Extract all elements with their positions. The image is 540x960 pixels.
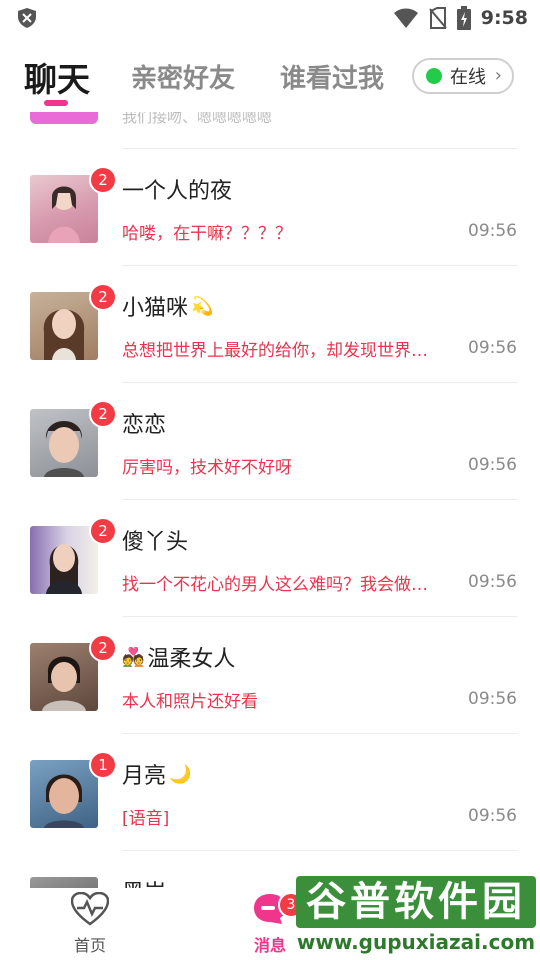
couple-emoji-icon: 💑 <box>122 646 145 668</box>
contact-name-text: 一个人的夜 <box>122 179 233 204</box>
avatar <box>30 112 98 124</box>
contact-name-text: 温柔女人 <box>147 647 236 672</box>
no-sim-icon <box>428 7 447 29</box>
message-time: 09:56 <box>468 806 517 826</box>
chat-list-item[interactable]: 2 💑 温柔女人 本人和照片还好看 09:56 <box>0 617 540 734</box>
contact-name: 傻丫头 <box>122 524 188 556</box>
avatar <box>30 175 98 243</box>
chat-list[interactable]: 我们接吻、嗯嗯嗯嗯嗯 2 一个人的夜 哈喽，在干嘛？？？？ 09:56 2 小猫… <box>0 112 540 888</box>
online-status-label: 在线 <box>450 67 486 88</box>
nav-home-label: 首页 <box>73 936 106 955</box>
contact-name: 黑岩 <box>122 875 166 888</box>
contact-name: 一个人的夜 <box>122 173 232 205</box>
contact-name: 恋恋 <box>122 407 166 439</box>
avatar <box>30 877 98 888</box>
watermark-title: 谷普软件园 <box>296 876 536 928</box>
chat-list-item[interactable]: 2 小猫咪 💫 总想把世界上最好的给你，却发现世界… 09:56 <box>0 266 540 383</box>
heart-pulse-icon <box>70 891 110 926</box>
tab-header: 聊天 亲密好友 谁看过我 在线 › <box>0 50 540 112</box>
message-preview: 哈喽，在干嘛？？？？ <box>122 224 292 244</box>
online-status-toggle[interactable]: 在线 › <box>412 58 514 94</box>
chat-list-item[interactable]: 2 恋恋 厉害吗，技术好不好呀 09:56 <box>0 383 540 500</box>
chat-list-item[interactable]: 1 月亮 🌙 [语音] 09:56 <box>0 734 540 851</box>
clock: 9:58 <box>480 7 528 29</box>
contact-name-text: 黑岩 <box>122 875 166 888</box>
wifi-icon <box>393 8 418 28</box>
nav-messages-button[interactable]: 3 消息 <box>240 892 304 956</box>
unread-badge: 1 <box>89 751 117 779</box>
message-time: 09:56 <box>468 689 517 709</box>
unread-badge: 2 <box>89 283 117 311</box>
online-dot-icon <box>426 68 442 84</box>
unread-badge: 2 <box>89 634 117 662</box>
unread-badge: 2 <box>89 517 117 545</box>
message-preview: 本人和照片还好看 <box>122 692 258 712</box>
unread-badge: 2 <box>89 166 117 194</box>
avatar <box>30 760 98 828</box>
contact-name: 小猫咪 💫 <box>122 290 213 322</box>
contact-name-text: 月亮 <box>122 764 167 789</box>
tab-who-viewed-me[interactable]: 谁看过我 <box>280 58 384 95</box>
contact-name-text: 傻丫头 <box>122 530 189 555</box>
message-time: 09:56 <box>468 338 517 358</box>
message-preview: [语音] <box>122 809 170 829</box>
message-preview: 总想把世界上最好的给你，却发现世界… <box>122 341 428 361</box>
contact-name: 💑 温柔女人 <box>122 641 235 673</box>
contact-name-text: 小猫咪 <box>122 296 189 321</box>
contact-name-text: 恋恋 <box>122 413 167 438</box>
battery-charging-icon <box>456 6 471 30</box>
tab-active-indicator <box>44 100 68 106</box>
partial-message-preview: 我们接吻、嗯嗯嗯嗯嗯 <box>122 112 273 126</box>
contact-name: 月亮 🌙 <box>122 758 191 790</box>
message-preview: 厉害吗，技术好不好呀 <box>122 458 292 478</box>
chat-list-item[interactable]: 2 傻丫头 找一个不花心的男人这么难吗？我会做… 09:56 <box>0 500 540 617</box>
message-time: 09:56 <box>468 455 517 475</box>
avatar <box>30 643 98 711</box>
crescent-moon-emoji-icon: 🌙 <box>169 763 192 785</box>
nav-messages-label: 消息 <box>253 936 286 955</box>
message-preview: 找一个不花心的男人这么难吗？我会做… <box>122 575 428 595</box>
nav-home-button[interactable]: 首页 <box>60 891 120 956</box>
shield-icon <box>18 8 36 28</box>
tab-close-friends[interactable]: 亲密好友 <box>131 58 235 95</box>
status-bar: 9:58 <box>0 0 540 36</box>
chat-list-item[interactable]: 2 一个人的夜 哈喽，在干嘛？？？？ 09:56 <box>0 149 540 266</box>
avatar <box>30 409 98 477</box>
avatar <box>30 292 98 360</box>
avatar <box>30 526 98 594</box>
watermark-url: www.gupuxiazai.com <box>296 930 536 954</box>
chevron-right-icon: › <box>494 65 502 86</box>
message-time: 09:56 <box>468 221 517 241</box>
watermark: 谷普软件园 www.gupuxiazai.com <box>292 870 540 960</box>
sparkle-emoji-icon: 💫 <box>191 295 214 317</box>
tab-chat[interactable]: 聊天 <box>24 53 90 101</box>
message-time: 09:56 <box>468 572 517 592</box>
unread-badge: 2 <box>89 400 117 428</box>
